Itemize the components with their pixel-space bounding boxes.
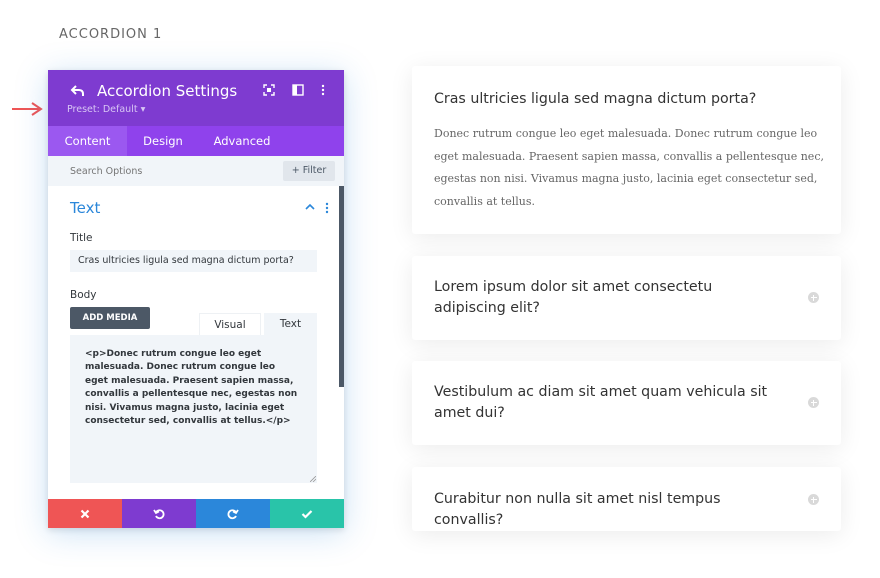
editor-tab-visual[interactable]: Visual xyxy=(199,313,261,335)
preset-dropdown[interactable]: Preset: Default ▾ xyxy=(67,104,145,115)
tab-content[interactable]: Content xyxy=(48,126,127,156)
accordion-item[interactable]: Curabitur non nulla sit amet nisl tempus… xyxy=(412,467,841,531)
panel-title: Accordion Settings xyxy=(97,82,238,100)
editor-tab-text[interactable]: Text xyxy=(264,313,317,335)
accordion-item-body: Donec rutrum congue leo eget malesuada. … xyxy=(434,127,824,208)
text-group-title[interactable]: Text xyxy=(70,199,100,217)
title-field[interactable]: Cras ultricies ligula sed magna dictum p… xyxy=(70,250,317,272)
redo-icon xyxy=(227,508,239,519)
filter-button[interactable]: + Filter xyxy=(283,161,335,181)
save-button[interactable] xyxy=(270,499,344,528)
accordion-item[interactable]: Lorem ipsum dolor sit amet consectetu ad… xyxy=(412,256,841,340)
section-label: ACCORDION 1 xyxy=(59,27,163,42)
tab-advanced[interactable]: Advanced xyxy=(199,126,285,156)
expand-icon[interactable] xyxy=(808,292,819,303)
undo-button[interactable] xyxy=(122,499,196,528)
undo-icon xyxy=(153,508,165,519)
pointer-arrow-icon xyxy=(12,102,43,116)
accordion-item-title[interactable]: Cras ultricies ligula sed magna dictum p… xyxy=(434,89,756,110)
expand-icon[interactable] xyxy=(808,494,819,505)
more-options-icon[interactable] xyxy=(317,84,329,96)
settings-tabs: Content Design Advanced xyxy=(48,126,344,156)
search-options-input[interactable] xyxy=(48,156,278,186)
chevron-up-icon[interactable] xyxy=(305,203,315,211)
resize-grip-icon[interactable] xyxy=(310,476,316,482)
fullscreen-icon[interactable] xyxy=(263,84,275,96)
expand-icon[interactable] xyxy=(808,397,819,408)
panel-header: Accordion Settings Preset: Default ▾ xyxy=(48,70,344,126)
body-field-label: Body xyxy=(70,289,97,301)
group-options-icon[interactable] xyxy=(325,202,329,214)
cancel-button[interactable] xyxy=(48,499,122,528)
accordion-item-title[interactable]: Vestibulum ac diam sit amet quam vehicul… xyxy=(434,382,779,423)
split-view-icon[interactable] xyxy=(292,84,304,96)
accordion-settings-panel: Accordion Settings Preset: Default ▾ Con… xyxy=(48,70,344,528)
search-bar: + Filter xyxy=(48,156,344,186)
back-arrow-icon[interactable] xyxy=(70,83,86,99)
body-text-editor[interactable]: <p>Donec rutrum congue leo eget malesuad… xyxy=(70,335,317,483)
accordion-item[interactable]: Vestibulum ac diam sit amet quam vehicul… xyxy=(412,361,841,445)
close-icon xyxy=(80,509,90,518)
add-media-button[interactable]: ADD MEDIA xyxy=(70,307,150,329)
accordion-item-open[interactable]: Cras ultricies ligula sed magna dictum p… xyxy=(412,66,841,234)
panel-scrollbar[interactable] xyxy=(339,186,344,387)
title-field-label: Title xyxy=(70,232,93,244)
redo-button[interactable] xyxy=(196,499,270,528)
checkmark-icon xyxy=(301,509,313,519)
accordion-item-title[interactable]: Lorem ipsum dolor sit amet consectetu ad… xyxy=(434,277,774,318)
tab-design[interactable]: Design xyxy=(127,126,199,156)
accordion-item-title[interactable]: Curabitur non nulla sit amet nisl tempus… xyxy=(434,489,794,530)
